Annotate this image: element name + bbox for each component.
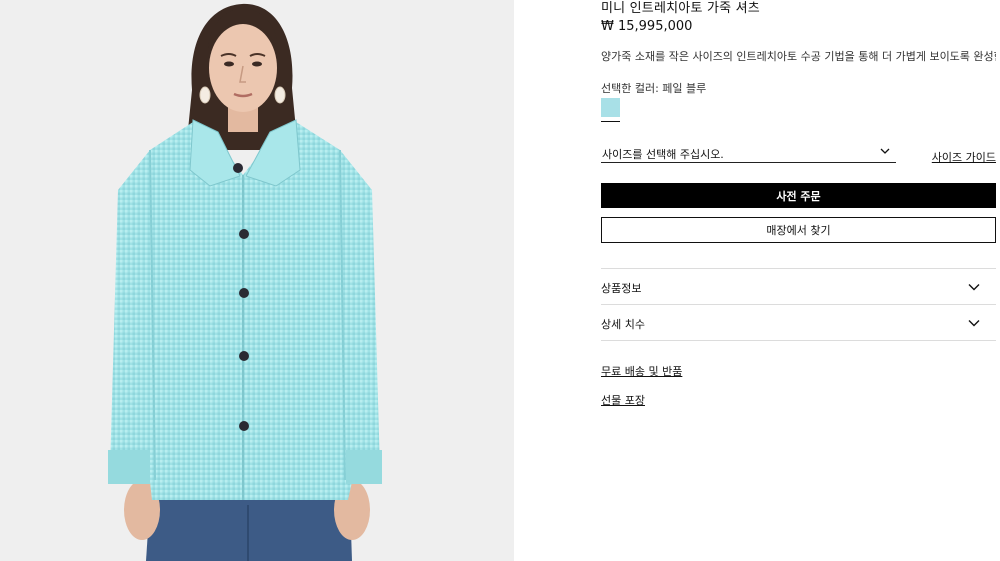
selected-color-label: 선택한 컬러: 페일 블루 [601,82,707,95]
preorder-button[interactable]: 사전 주문 [601,183,996,208]
chevron-down-icon [968,284,980,291]
product-image[interactable] [0,0,514,561]
product-page: 미니 인트레치아토 가죽 셔츠 ₩ 15,995,000 양가죽 소재를 작은 … [0,0,1000,561]
size-select[interactable]: 사이즈를 선택해 주십시오. [601,143,896,163]
size-guide-link[interactable]: 사이즈 가이드 [932,149,996,165]
find-in-store-button[interactable]: 매장에서 찾기 [601,217,996,243]
chevron-down-icon [968,320,980,327]
product-description: 양가죽 소재를 작은 사이즈의 인트레치아토 수공 기법을 통해 더 가볍게 보… [601,50,996,63]
chevron-down-icon [880,148,890,154]
accordion-label: 상품정보 [601,282,642,295]
color-swatch-pale-blue[interactable] [601,98,620,117]
product-price: ₩ 15,995,000 [601,19,693,34]
accordion-detailed-size[interactable]: 상세 치수 [601,305,996,340]
shipping-returns-link[interactable]: 무료 배송 및 반품 [601,363,682,379]
divider [601,340,996,341]
accordion-product-info[interactable]: 상품정보 [601,269,996,304]
swatch-selected-indicator [601,121,620,122]
gift-wrap-link[interactable]: 선물 포장 [601,392,645,408]
product-title: 미니 인트레치아토 가죽 셔츠 [601,1,760,16]
size-select-placeholder: 사이즈를 선택해 주십시오. [602,148,724,161]
accordion-label: 상세 치수 [601,318,645,331]
product-info-panel: 미니 인트레치아토 가죽 셔츠 ₩ 15,995,000 양가죽 소재를 작은 … [601,0,996,561]
